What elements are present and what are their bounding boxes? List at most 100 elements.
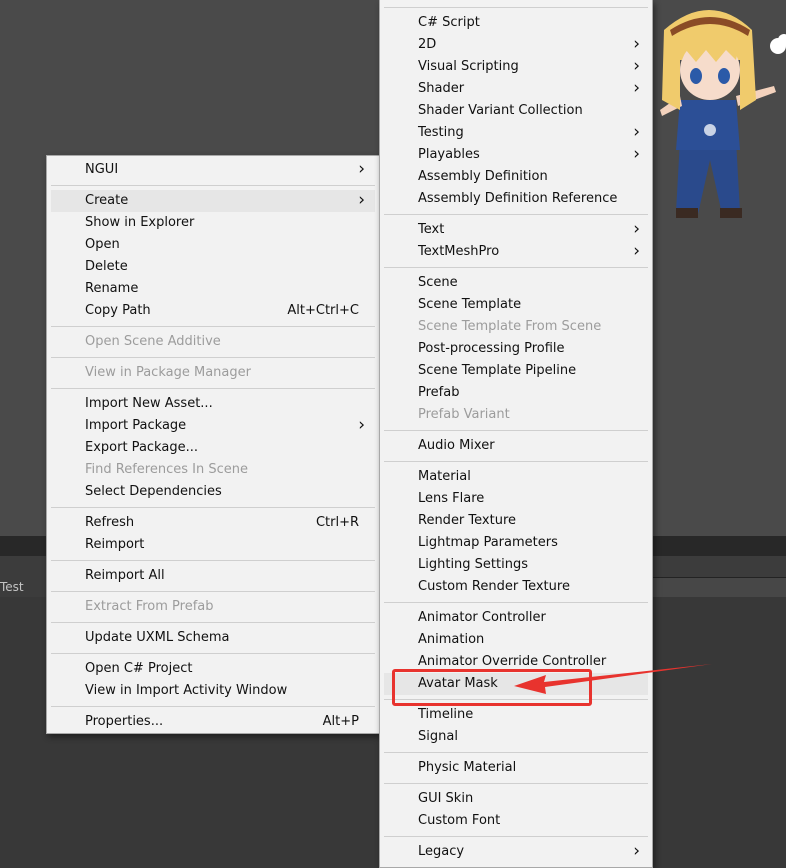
menu-separator (51, 653, 375, 654)
chevron-right-icon: › (633, 219, 640, 239)
menu-separator (51, 591, 375, 592)
menu-item-open-c-project[interactable]: Open C# Project (51, 658, 375, 680)
menu-item-label: Open Scene Additive (85, 334, 221, 349)
chevron-right-icon: › (633, 144, 640, 164)
menu-item-label: Create (85, 193, 129, 208)
menu-item-legacy[interactable]: Legacy › (384, 841, 648, 863)
menu-item-scene-template-from-scene: Scene Template From Scene (384, 316, 648, 338)
menu-item-prefab[interactable]: Prefab (384, 382, 648, 404)
menu-item-label: Assembly Definition Reference (418, 191, 618, 206)
menu-item-custom-render-texture[interactable]: Custom Render Texture (384, 576, 648, 598)
menu-item-signal[interactable]: Signal (384, 726, 648, 748)
menu-separator (384, 836, 648, 837)
menu-item-select-dependencies[interactable]: Select Dependencies (51, 481, 375, 503)
menu-item-export-package[interactable]: Export Package... (51, 437, 375, 459)
menu-item-gui-skin[interactable]: GUI Skin (384, 788, 648, 810)
menu-item-label: Playables (418, 147, 480, 162)
status-tab[interactable]: Test (0, 577, 46, 597)
menu-item-shader-variant-collection[interactable]: Shader Variant Collection (384, 100, 648, 122)
menu-item-post-processing-profile[interactable]: Post-processing Profile (384, 338, 648, 360)
menu-item-assembly-definition-reference[interactable]: Assembly Definition Reference (384, 188, 648, 210)
menu-item-label: GUI Skin (418, 791, 474, 806)
menu-item-properties[interactable]: Properties... Alt+P (51, 711, 375, 733)
menu-separator (384, 214, 648, 215)
menu-item-c-script[interactable]: C# Script (384, 12, 648, 34)
menu-item-label: Prefab (418, 385, 460, 400)
menu-item-reimport-all[interactable]: Reimport All (51, 565, 375, 587)
menu-item-label: Lens Flare (418, 491, 485, 506)
character-model (660, 10, 786, 218)
menu-item-ngui[interactable]: NGUI › (51, 159, 375, 181)
menu-item-show-in-explorer[interactable]: Show in Explorer (51, 212, 375, 234)
menu-item-testing[interactable]: Testing › (384, 122, 648, 144)
menu-item-update-uxml-schema[interactable]: Update UXML Schema (51, 627, 375, 649)
menu-separator (51, 326, 375, 327)
menu-item-label: View in Import Activity Window (85, 683, 288, 698)
menu-item-extract-from-prefab: Extract From Prefab (51, 596, 375, 618)
menu-item-visual-scripting[interactable]: Visual Scripting › (384, 56, 648, 78)
menu-item-2d[interactable]: 2D › (384, 34, 648, 56)
menu-item-animation[interactable]: Animation (384, 629, 648, 651)
menu-item-scene-template-pipeline[interactable]: Scene Template Pipeline (384, 360, 648, 382)
menu-item-copy-path[interactable]: Copy Path Alt+Ctrl+C (51, 300, 375, 322)
menu-item-label: Timeline (418, 707, 474, 722)
chevron-right-icon: › (633, 841, 640, 861)
menu-separator (384, 783, 648, 784)
menu-item-physic-material[interactable]: Physic Material (384, 757, 648, 779)
menu-item-custom-font[interactable]: Custom Font (384, 810, 648, 832)
menu-item-audio-mixer[interactable]: Audio Mixer (384, 435, 648, 457)
menu-item-label: Physic Material (418, 760, 517, 775)
menu-item-text[interactable]: Text › (384, 219, 648, 241)
menu-item-open-scene-additive: Open Scene Additive (51, 331, 375, 353)
menu-item-open[interactable]: Open (51, 234, 375, 256)
menu-item-label: C# Script (418, 15, 480, 30)
menu-separator (51, 185, 375, 186)
menu-item-label: Custom Render Texture (418, 579, 570, 594)
menu-item-scene-template[interactable]: Scene Template (384, 294, 648, 316)
chevron-right-icon: › (633, 34, 640, 54)
menu-item-label: Audio Mixer (418, 438, 495, 453)
menu-item-textmeshpro[interactable]: TextMeshPro › (384, 241, 648, 263)
menu-item-shader[interactable]: Shader › (384, 78, 648, 100)
menu-item-label: Visual Scripting (418, 59, 519, 74)
menu-item-lighting-settings[interactable]: Lighting Settings (384, 554, 648, 576)
menu-item-playables[interactable]: Playables › (384, 144, 648, 166)
menu-item-label: Show in Explorer (85, 215, 195, 230)
menu-item-label: Assembly Definition (418, 169, 548, 184)
menu-item-timeline[interactable]: Timeline (384, 704, 648, 726)
menu-item-label: Open (85, 237, 120, 252)
menu-item-refresh[interactable]: Refresh Ctrl+R (51, 512, 375, 534)
menu-item-import-package[interactable]: Import Package › (51, 415, 375, 437)
menu-item-label: Properties... (85, 714, 164, 729)
menu-item-delete[interactable]: Delete (51, 256, 375, 278)
menu-item-assembly-definition[interactable]: Assembly Definition (384, 166, 648, 188)
menu-item-label: Render Texture (418, 513, 517, 528)
menu-item-label: Scene Template (418, 297, 522, 312)
menu-item-scene[interactable]: Scene (384, 272, 648, 294)
menu-item-material[interactable]: Material (384, 466, 648, 488)
menu-item-label: Rename (85, 281, 139, 296)
menu-item-view-in-package-manager: View in Package Manager (51, 362, 375, 384)
menu-item-view-in-import-activity-window[interactable]: View in Import Activity Window (51, 680, 375, 702)
menu-item-label: Shader Variant Collection (418, 103, 583, 118)
menu-item-lens-flare[interactable]: Lens Flare (384, 488, 648, 510)
menu-item-label: Delete (85, 259, 128, 274)
menu-separator (384, 752, 648, 753)
menu-item-import-new-asset[interactable]: Import New Asset... (51, 393, 375, 415)
annotation-arrow-icon (514, 664, 712, 694)
menu-item-lightmap-parameters[interactable]: Lightmap Parameters (384, 532, 648, 554)
menu-item-find-references-in-scene: Find References In Scene (51, 459, 375, 481)
chevron-right-icon: › (633, 122, 640, 142)
menu-separator (51, 706, 375, 707)
menu-item-label: Open C# Project (85, 661, 193, 676)
menu-item-label: Find References In Scene (85, 462, 248, 477)
menu-item-create[interactable]: Create › (51, 190, 375, 212)
menu-separator (51, 622, 375, 623)
menu-item-animator-controller[interactable]: Animator Controller (384, 607, 648, 629)
menu-item-render-texture[interactable]: Render Texture (384, 510, 648, 532)
menu-item-shortcut: Alt+Ctrl+C (287, 303, 359, 318)
menu-item-rename[interactable]: Rename (51, 278, 375, 300)
chevron-right-icon: › (358, 190, 365, 210)
menu-item-label: Shader (418, 81, 465, 96)
menu-item-reimport[interactable]: Reimport (51, 534, 375, 556)
